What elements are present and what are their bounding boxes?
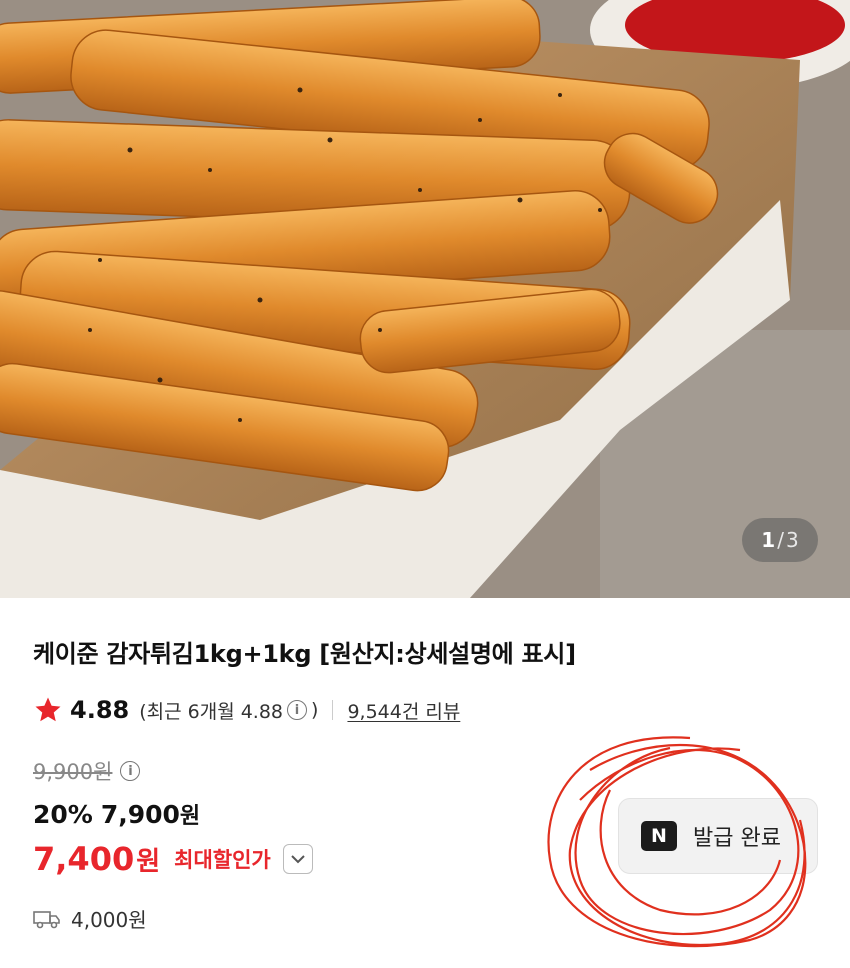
shipping-row: 4,000원 [33,904,147,933]
sale-price-unit: 원 [179,804,201,829]
french-fries-photo [0,0,850,598]
max-discount-unit: 원 [136,846,161,877]
discount-percent: 20% [33,800,93,829]
truck-icon [33,910,60,928]
gallery-current-page: 1 [761,528,776,552]
recent-rating: (최근 6개월 4.88 i ) [139,697,318,724]
gallery-page-indicator: 1 / 3 [742,518,818,562]
star-icon [35,697,61,722]
review-count-link[interactable]: 9,544건 리뷰 [347,697,460,724]
sale-price: 7,900원 [101,798,200,830]
max-discount-price: 7,400 [33,840,135,878]
rating-divider [332,700,334,720]
coupon-issued-button[interactable]: N 발급 완료 [618,798,818,874]
recent-rating-label: (최근 6개월 4.88 [139,700,284,723]
gallery-total-pages: 3 [785,528,799,552]
info-icon[interactable]: i [287,700,308,720]
sale-price-value: 7,900 [100,800,180,829]
rating-score: 4.88 [70,696,130,724]
original-price: 9,900원 [33,760,113,784]
coupon-label: 발급 완료 [693,826,781,851]
product-title: 케이준 감자튀김1kg+1kg [원산지:상세설명에 표시] [33,640,576,668]
chevron-down-icon[interactable] [282,844,313,874]
recent-rating-close: ) [311,699,319,721]
original-price-row: 9,900원 i [33,756,141,786]
product-image-gallery[interactable]: 1 / 3 [0,0,850,598]
gallery-page-separator: / [777,528,784,552]
naver-n-icon: N [641,821,677,851]
max-discount-label: 최대할인가 [174,848,271,872]
shipping-fee: 4,000원 [71,908,147,932]
rating-row: 4.88 (최근 6개월 4.88 i ) 9,544건 리뷰 [33,694,460,726]
price-info-icon[interactable]: i [120,761,141,781]
sale-price-row: 20% 7,900원 [33,798,200,830]
max-discount-row: 7,400 원 최대할인가 [33,840,313,878]
